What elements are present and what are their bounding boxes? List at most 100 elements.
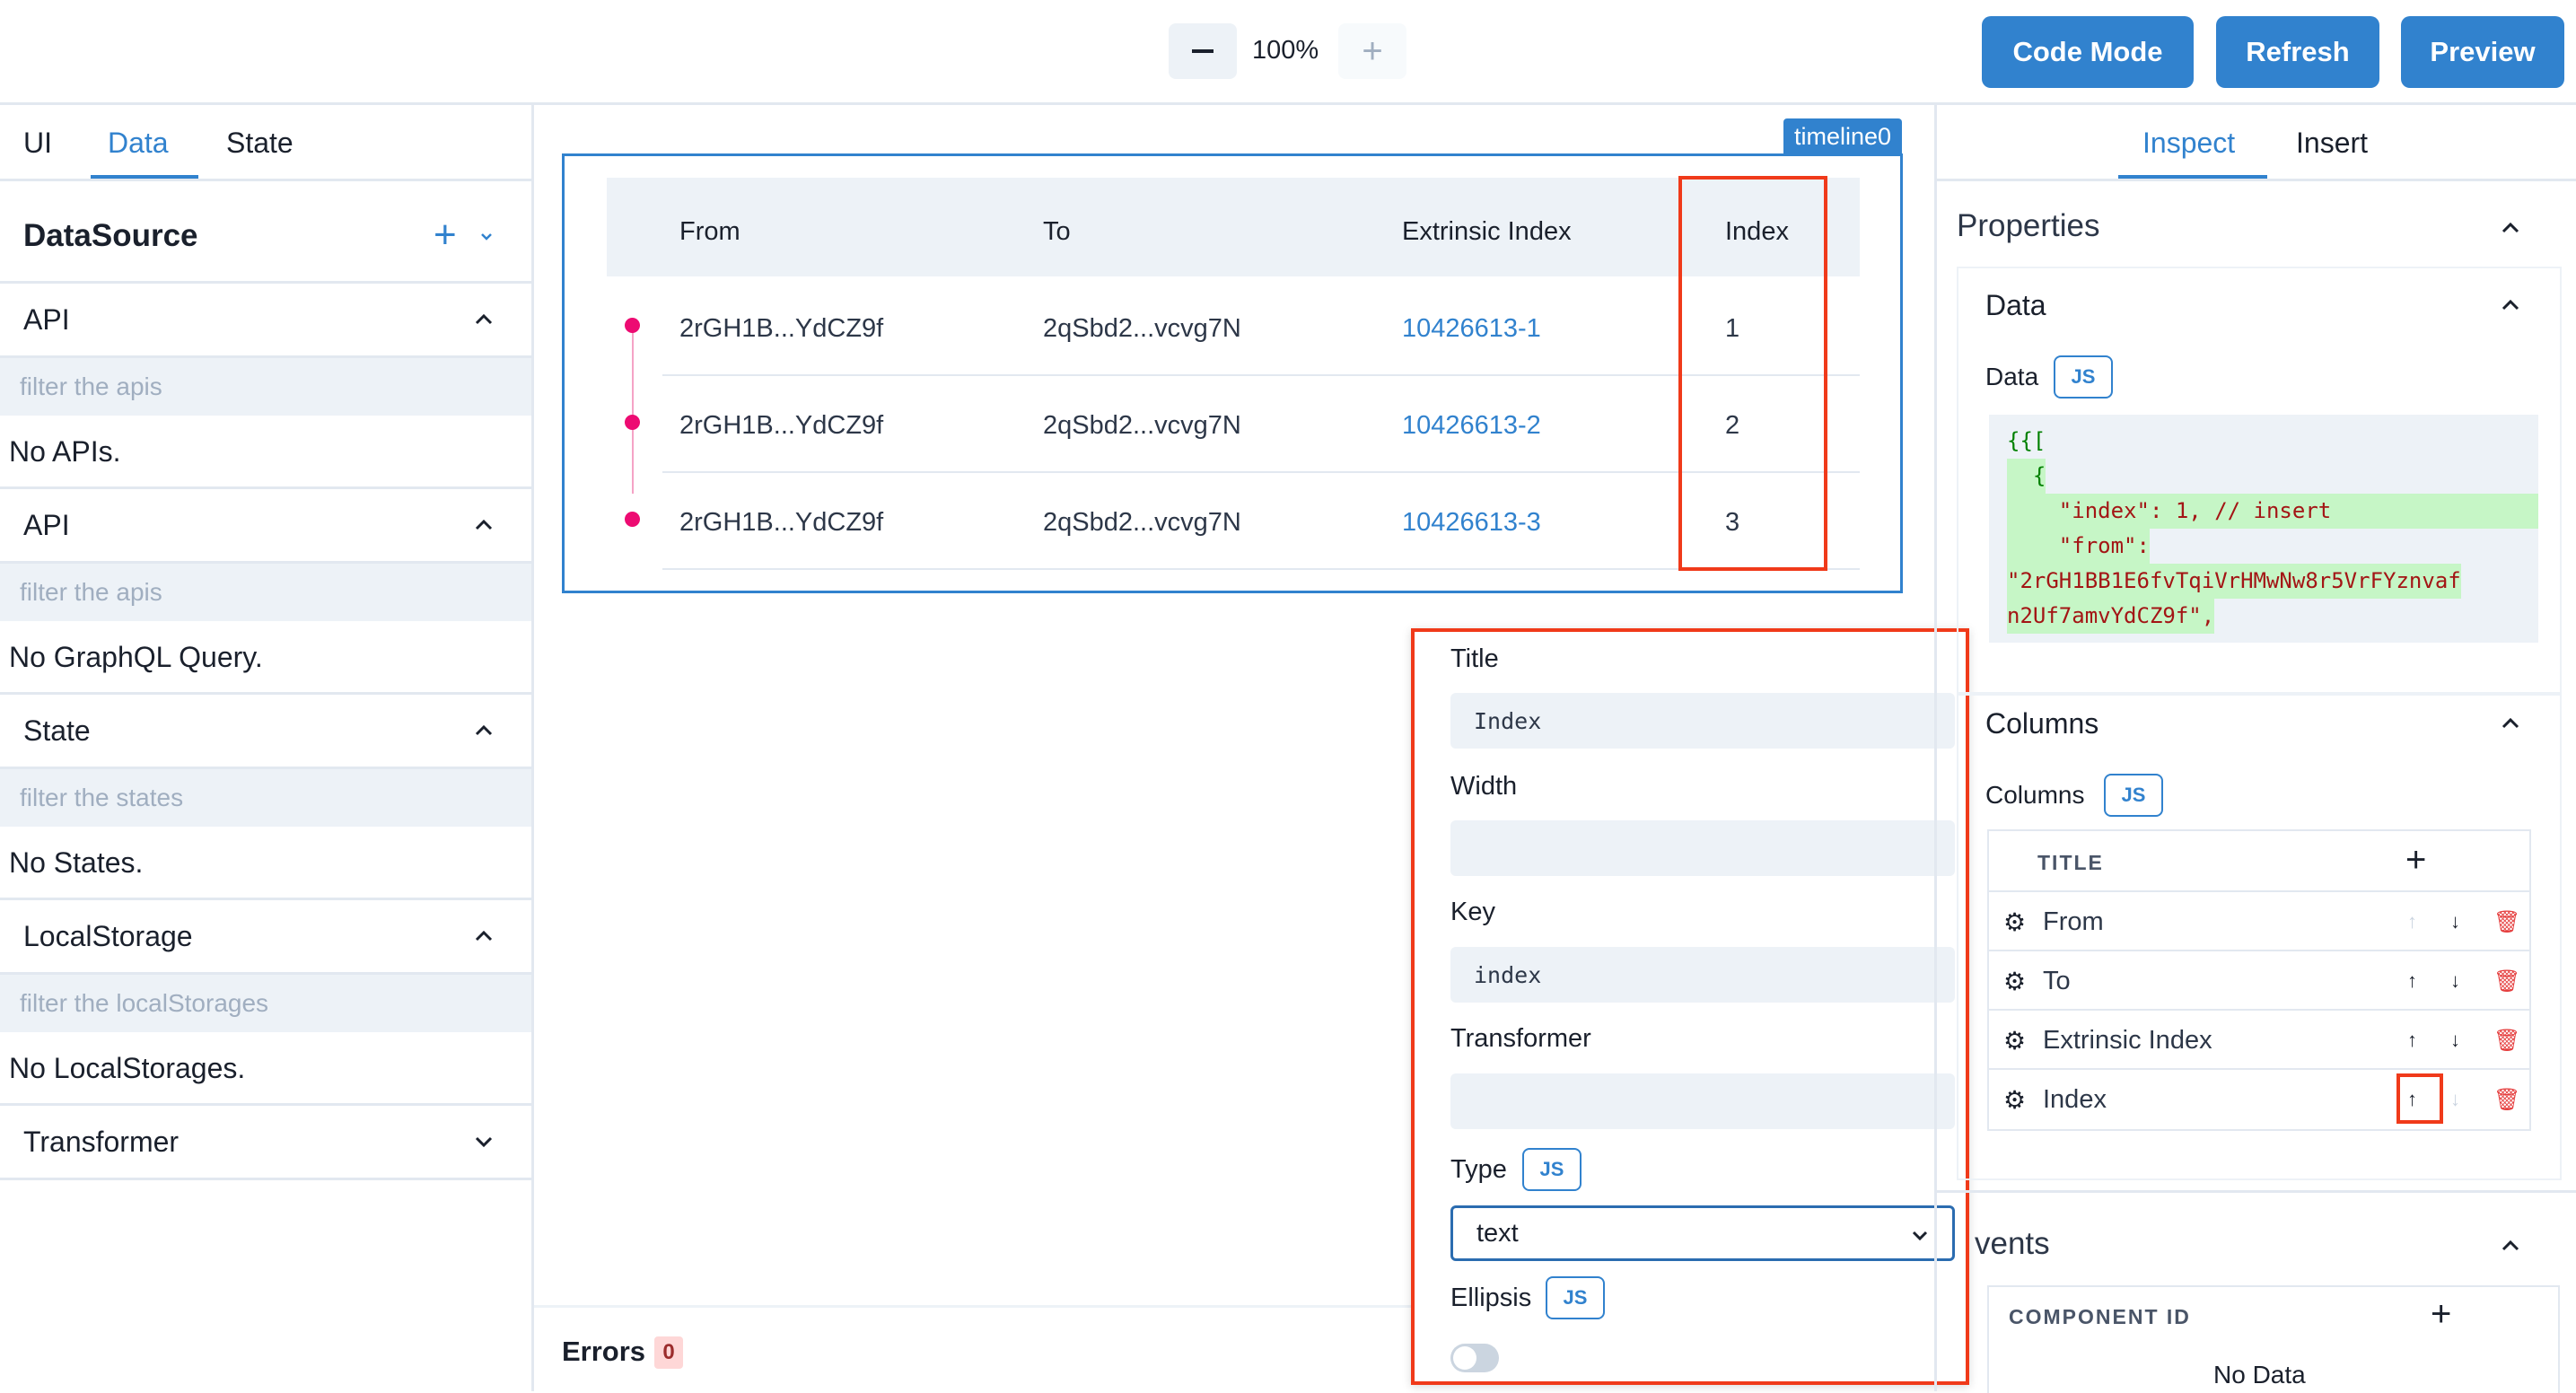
column-item[interactable]: ⚙ Extrinsic Index ↑ ↓ 🗑 (1989, 1009, 2529, 1070)
no-states-text: No States. (9, 846, 144, 879)
column-name: Extrinsic Index (2043, 1025, 2212, 1055)
events-divider (1937, 1190, 2576, 1193)
delete-icon[interactable]: 🗑 (2493, 909, 2520, 935)
code-mode-button[interactable]: Code Mode (1982, 16, 2194, 88)
tab-insert[interactable]: Insert (2296, 127, 2368, 160)
data-label: Data (1985, 363, 2039, 390)
tab-inspect[interactable]: Inspect (2142, 127, 2235, 160)
gear-icon[interactable]: ⚙ (2003, 1026, 2026, 1056)
chevron-up-icon[interactable] (2498, 711, 2523, 736)
tab-data[interactable]: Data (108, 127, 169, 160)
width-input[interactable] (1450, 820, 1955, 876)
key-input[interactable]: index (1450, 947, 1955, 1003)
datasource-title: DataSource (23, 218, 198, 253)
columns-label: Columns (1985, 781, 2085, 809)
add-column-button[interactable]: + (2405, 840, 2426, 880)
timeline-dot (625, 415, 640, 430)
column-item[interactable]: ⚙ To ↑ ↓ 🗑 (1989, 950, 2529, 1011)
chevron-up-icon (475, 724, 493, 736)
row-extrinsic-link[interactable]: 10426613-3 (1402, 508, 1541, 538)
code-line: { (2007, 459, 2046, 494)
filter-placeholder: filter the localStorages (20, 989, 269, 1017)
events-table: COMPONENT ID + No Data (1987, 1285, 2560, 1393)
top-toolbar: 100% + Code Mode Refresh Preview (0, 0, 2576, 105)
delete-icon[interactable]: 🗑 (2493, 968, 2520, 994)
row-to: 2qSbd2...vcvg7N (1043, 508, 1241, 537)
gear-icon[interactable]: ⚙ (2003, 907, 2026, 937)
chevron-down-icon[interactable] (478, 229, 495, 245)
events-section-title: vents (1975, 1226, 2050, 1261)
column-name: Index (2043, 1084, 2107, 1114)
type-select[interactable]: text (1450, 1205, 1955, 1261)
no-graphql-text: No GraphQL Query. (9, 641, 263, 673)
type-js-toggle[interactable]: JS (1522, 1148, 1582, 1191)
row-extrinsic-link[interactable]: 10426613-2 (1402, 411, 1541, 441)
filter-localstorages-input[interactable]: filter the localStorages (0, 975, 531, 1032)
ellipsis-switch[interactable] (1450, 1344, 1499, 1372)
chevron-up-icon[interactable] (2498, 1233, 2523, 1258)
move-down-icon[interactable]: ↓ (2450, 910, 2460, 933)
delete-icon[interactable]: 🗑 (2493, 1028, 2520, 1054)
key-label: Key (1450, 898, 1495, 926)
refresh-button[interactable]: Refresh (2216, 16, 2379, 88)
row-from: 2rGH1B...YdCZ9f (679, 411, 884, 440)
move-up-icon[interactable]: ↑ (2407, 1029, 2417, 1052)
chevron-up-icon[interactable] (2498, 215, 2523, 241)
move-up-icon[interactable]: ↑ (2407, 910, 2417, 933)
section-api[interactable]: API (0, 284, 531, 358)
events-header: COMPONENT ID (2009, 1305, 2191, 1328)
add-datasource-button[interactable]: + (434, 215, 457, 255)
minus-icon (1192, 49, 1214, 53)
tabs-divider (1937, 179, 2576, 181)
tab-state[interactable]: State (226, 127, 294, 160)
columns-header-title: TITLE (2037, 851, 2104, 874)
row-to: 2qSbd2...vcvg7N (1043, 314, 1241, 343)
section-transformer[interactable]: Transformer (0, 1106, 531, 1180)
errors-count-badge: 0 (654, 1336, 683, 1369)
column-item[interactable]: ⚙ From ↑ ↓ 🗑 (1989, 890, 2529, 951)
zoom-out-button[interactable] (1169, 23, 1237, 79)
section-state[interactable]: State (0, 695, 531, 769)
section-graphql-label: API (23, 508, 70, 541)
column-name: From (2043, 907, 2104, 936)
section-state-label: State (23, 714, 91, 747)
filter-apis-input[interactable]: filter the apis (0, 358, 531, 416)
table-header (607, 178, 1860, 276)
move-down-icon[interactable]: ↓ (2450, 1029, 2460, 1052)
chevron-up-icon (475, 519, 493, 530)
title-input[interactable]: Index (1450, 693, 1955, 749)
move-down-icon[interactable]: ↓ (2450, 1088, 2460, 1111)
section-api-label: API (23, 302, 70, 336)
gear-icon[interactable]: ⚙ (2003, 1085, 2026, 1115)
errors-label[interactable]: Errors (562, 1336, 645, 1368)
transformer-input[interactable] (1450, 1073, 1955, 1129)
data-js-toggle[interactable]: JS (2054, 355, 2113, 399)
filter-graphql-input[interactable]: filter the apis (0, 564, 531, 621)
plus-icon: + (1362, 31, 1383, 71)
type-select-value: text (1476, 1218, 1519, 1248)
zoom-level: 100% (1252, 36, 1319, 65)
move-down-icon[interactable]: ↓ (2450, 969, 2460, 993)
filter-states-input[interactable]: filter the states (0, 769, 531, 827)
columns-js-toggle[interactable]: JS (2104, 774, 2163, 817)
component-tag[interactable]: timeline0 (1783, 118, 1903, 154)
preview-button[interactable]: Preview (2401, 16, 2564, 88)
gear-icon[interactable]: ⚙ (2003, 967, 2026, 996)
data-code-editor[interactable]: {{[ { "index": 1, // insert "from": "2rG… (1989, 415, 2538, 643)
row-to: 2qSbd2...vcvg7N (1043, 411, 1241, 440)
row-extrinsic-link[interactable]: 10426613-1 (1402, 314, 1541, 344)
annotation-highlight (1678, 176, 1827, 571)
chevron-up-icon[interactable] (2498, 293, 2523, 318)
add-event-button[interactable]: + (2431, 1294, 2451, 1335)
column-name: To (2043, 966, 2071, 995)
chevron-down-icon (475, 1136, 493, 1148)
section-graphql[interactable]: API (0, 489, 531, 564)
column-item[interactable]: ⚙ Index ↑ ↓ 🗑 (1989, 1068, 2529, 1129)
delete-icon[interactable]: 🗑 (2493, 1087, 2520, 1113)
row-from: 2rGH1B...YdCZ9f (679, 508, 884, 537)
ellipsis-js-toggle[interactable]: JS (1546, 1276, 1605, 1319)
zoom-in-button[interactable]: + (1338, 23, 1406, 79)
section-localstorage[interactable]: LocalStorage (0, 900, 531, 975)
tab-ui[interactable]: UI (23, 127, 52, 160)
move-up-icon[interactable]: ↑ (2407, 969, 2417, 993)
